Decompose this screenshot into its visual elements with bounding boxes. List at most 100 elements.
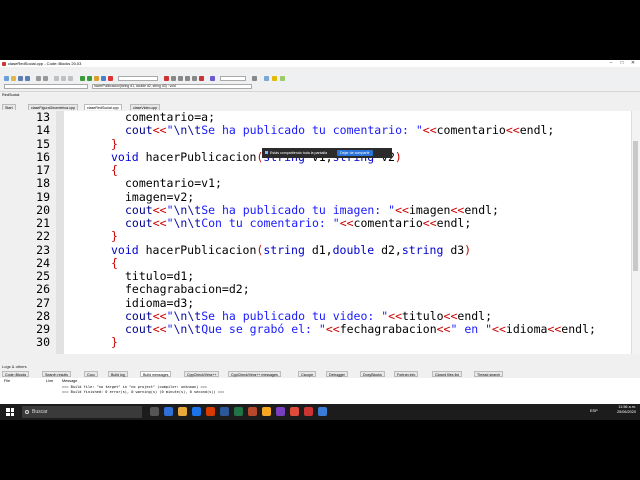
code-text[interactable]: { xyxy=(111,163,118,177)
bookmark-icon[interactable] xyxy=(280,76,285,81)
next-line-icon[interactable] xyxy=(178,76,183,81)
code-text[interactable]: } xyxy=(111,336,118,349)
line-number: 24 xyxy=(36,255,50,270)
language-indicator[interactable]: ESP xyxy=(590,409,598,413)
paste-icon[interactable] xyxy=(68,76,73,81)
line-number: 22 xyxy=(36,229,50,244)
open-file-icon[interactable] xyxy=(11,76,16,81)
tab-fortran-info[interactable]: Fortran info xyxy=(394,371,419,377)
tab-build-messages[interactable]: Build messages xyxy=(140,371,172,377)
redo-icon[interactable] xyxy=(43,76,48,81)
tab-cppcheck-messages[interactable]: CppCheck/Vera++ messages xyxy=(228,371,281,377)
doxyblocks-icon[interactable] xyxy=(210,76,215,81)
close-icon[interactable]: ✕ xyxy=(628,60,638,67)
code-text[interactable]: cout<<"\n\tSe ha publicado tu comentario… xyxy=(125,123,554,137)
codeblocks-taskbar-icon[interactable] xyxy=(304,407,313,416)
tab-cscope[interactable]: Cscope xyxy=(298,371,317,377)
abort-icon[interactable] xyxy=(108,76,113,81)
build-message-row[interactable]: === Build finished: 0 error(s), 0 warnin… xyxy=(62,390,224,395)
chrome-icon[interactable] xyxy=(290,407,299,416)
taskbar-search-box[interactable]: Buscar xyxy=(22,406,142,418)
column-message[interactable]: Message xyxy=(62,379,77,384)
maximize-icon[interactable]: □ xyxy=(617,60,627,67)
mail-icon[interactable] xyxy=(192,407,201,416)
scrollbar-thumb[interactable] xyxy=(633,141,638,271)
step-out-icon[interactable] xyxy=(192,76,197,81)
code-text[interactable]: void hacerPublicacion(string d1,double d… xyxy=(111,243,471,257)
highlight-icon[interactable] xyxy=(272,76,277,81)
code-text[interactable]: cout<<"\n\tQue se grabó el: "<<fechagrab… xyxy=(125,322,596,336)
build-icon[interactable] xyxy=(80,76,85,81)
tab-codeblocks-log[interactable]: Code::Blocks xyxy=(2,371,30,377)
line-number: 25 xyxy=(36,269,50,283)
build-target-select[interactable] xyxy=(118,76,158,81)
code-text[interactable]: comentario=a; xyxy=(125,111,215,124)
tab-debugger[interactable]: Debugger xyxy=(326,371,348,377)
search-box[interactable] xyxy=(220,76,246,81)
code-text[interactable]: cout<<"\n\tSe ha publicado tu video: "<<… xyxy=(125,309,492,323)
debug-icon[interactable] xyxy=(164,76,169,81)
code-completion-function-select[interactable]: hacerPublicacion(string d1, double d2, s… xyxy=(92,84,252,89)
start-icon[interactable] xyxy=(6,408,14,416)
stop-debugger-icon[interactable] xyxy=(199,76,204,81)
zoom-app-icon[interactable] xyxy=(318,407,327,416)
tab-clase-red-social[interactable]: claseRedSocial.cpp xyxy=(84,104,122,110)
code-completion-scope-select[interactable] xyxy=(4,84,88,89)
code-line: 19 imagen=v2; xyxy=(0,190,632,204)
desktop-screen: claseRedSocial.cpp - Code::Blocks 20.03 … xyxy=(0,60,640,420)
management-tab[interactable]: RedSocial xyxy=(2,93,19,98)
zoom-icon[interactable] xyxy=(264,76,269,81)
tab-clase-figura-geometrica[interactable]: claseFiguraGeometrica.cpp xyxy=(28,104,78,110)
code-text[interactable]: titulo=d1; xyxy=(125,269,194,283)
word-icon[interactable] xyxy=(220,407,229,416)
office-icon[interactable] xyxy=(206,407,215,416)
code-text[interactable]: } xyxy=(111,137,118,151)
tab-search-results[interactable]: Search results xyxy=(42,371,71,377)
code-text[interactable]: cout<<"\n\tCon tu comentario: "<<comenta… xyxy=(125,216,471,230)
editor-vertical-scrollbar[interactable] xyxy=(631,111,640,354)
cut-icon[interactable] xyxy=(54,76,59,81)
build-and-run-icon[interactable] xyxy=(94,76,99,81)
vlc-icon[interactable] xyxy=(262,407,271,416)
minimize-icon[interactable]: – xyxy=(606,60,616,67)
file-explorer-icon[interactable] xyxy=(178,407,187,416)
code-text[interactable]: } xyxy=(111,230,118,243)
code-text[interactable]: { xyxy=(111,256,118,270)
column-line[interactable]: Line xyxy=(46,379,53,384)
line-number: 16 xyxy=(36,149,50,164)
excel-icon[interactable] xyxy=(234,407,243,416)
code-text[interactable]: comentario=v1; xyxy=(125,176,222,190)
tab-closed-files[interactable]: Closed files list xyxy=(432,371,462,377)
rebuild-icon[interactable] xyxy=(101,76,106,81)
tab-start-here[interactable]: Start here xyxy=(2,104,16,116)
step-into-icon[interactable] xyxy=(185,76,190,81)
new-file-icon[interactable] xyxy=(4,76,9,81)
search-placeholder: Buscar xyxy=(32,409,48,415)
stop-sharing-button[interactable]: Dejar de compartir xyxy=(337,150,373,156)
save-all-icon[interactable] xyxy=(25,76,30,81)
code-text[interactable]: idioma=d3; xyxy=(125,296,194,310)
undo-icon[interactable] xyxy=(36,76,41,81)
tab-build-log[interactable]: Build log xyxy=(108,371,128,377)
system-clock[interactable]: 11:56 a.m. 25/06/2020 xyxy=(617,405,636,415)
save-icon[interactable] xyxy=(18,76,23,81)
task-view-icon[interactable] xyxy=(150,407,159,416)
teams-icon[interactable] xyxy=(276,407,285,416)
run-icon[interactable] xyxy=(87,76,92,81)
find-icon[interactable] xyxy=(252,76,257,81)
tab-cppcheck[interactable]: CppCheck/Vera++ xyxy=(184,371,220,377)
copy-icon[interactable] xyxy=(61,76,66,81)
code-text[interactable]: fechagrabacion=d2; xyxy=(125,282,250,296)
tab-doxyblocks[interactable]: DoxyBlocks xyxy=(360,371,385,377)
code-text[interactable]: cout<<"\n\tSe ha publicado tu imagen: "<… xyxy=(125,203,499,217)
tab-clase-video[interactable]: claseVideo.cpp xyxy=(130,104,161,110)
powerpoint-icon[interactable] xyxy=(248,407,257,416)
tab-thread-search[interactable]: Thread search xyxy=(474,371,504,377)
tab-cccc[interactable]: Cccc xyxy=(84,371,98,377)
run-to-cursor-icon[interactable] xyxy=(171,76,176,81)
code-text[interactable]: imagen=v2; xyxy=(125,190,194,204)
edge-browser-icon[interactable] xyxy=(164,407,173,416)
codeblocks-icon xyxy=(2,61,6,66)
line-number: 27 xyxy=(36,295,50,310)
column-file[interactable]: File xyxy=(4,379,10,384)
